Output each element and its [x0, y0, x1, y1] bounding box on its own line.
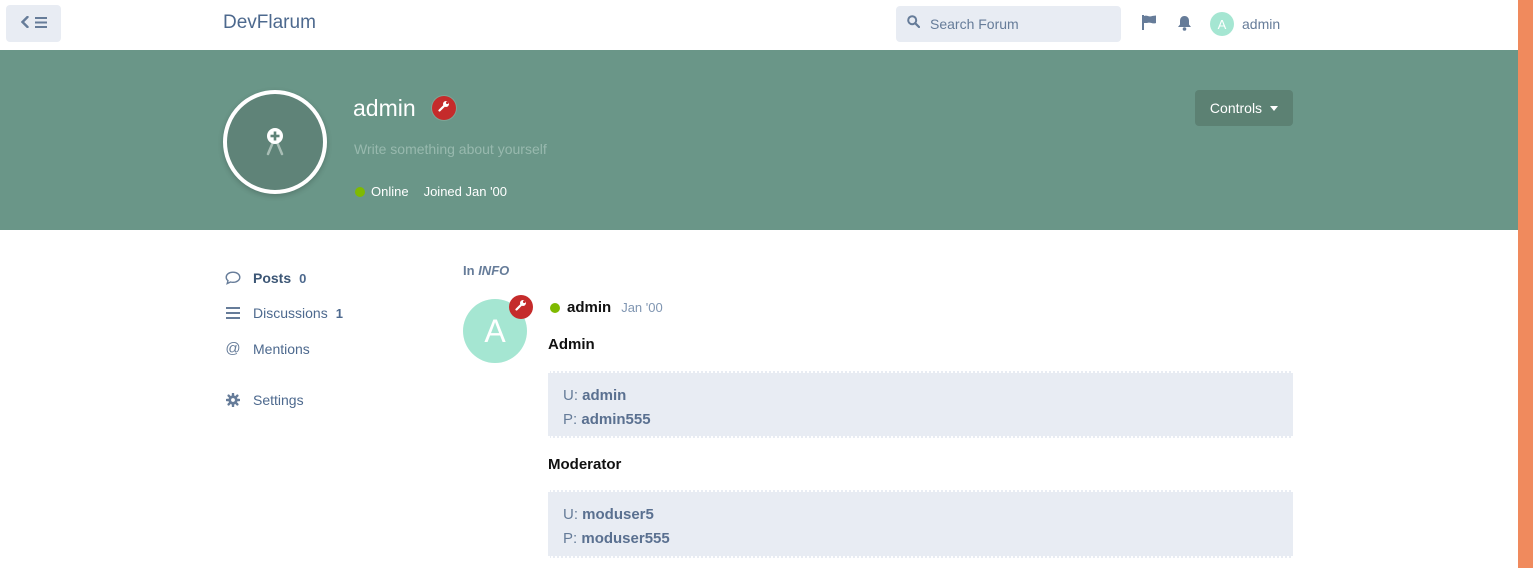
- menu-icon: [34, 15, 47, 33]
- nav-item-discussions[interactable]: Discussions 1: [223, 305, 343, 321]
- credential-username: admin: [582, 387, 627, 404]
- back-button[interactable]: [6, 5, 61, 42]
- bio-field[interactable]: Write something about yourself: [354, 141, 547, 157]
- comment-icon: [223, 271, 243, 285]
- caret-down-icon: [1270, 105, 1279, 111]
- in-prefix: In: [463, 263, 475, 278]
- profile-info: Online Joined Jan '00: [355, 184, 507, 199]
- page-edge-stripe: [1518, 0, 1533, 568]
- flag-icon[interactable]: [1142, 15, 1157, 35]
- user-hero: admin Write something about yourself Onl…: [0, 50, 1518, 230]
- author-online-indicator: [550, 302, 560, 313]
- gear-icon: [223, 393, 243, 407]
- joined-date: Joined Jan '00: [423, 184, 508, 199]
- top-header: DevFlarum A admin: [0, 0, 1518, 50]
- at-icon: @: [225, 340, 241, 357]
- controls-label: Controls: [1209, 100, 1263, 116]
- nav-settings-label: Settings: [253, 392, 304, 408]
- credential-pass-line: P: admin555: [563, 408, 1278, 432]
- nav-mentions-label: Mentions: [253, 340, 310, 357]
- credential-password: admin555: [581, 411, 651, 428]
- online-indicator: [355, 186, 365, 197]
- discussion-link[interactable]: In INFO: [463, 263, 509, 278]
- profile-avatar-upload[interactable]: [223, 90, 327, 194]
- post-heading-admin: Admin: [548, 336, 595, 353]
- list-icon: [223, 307, 243, 319]
- credentials-block-moderator: U: moduser5 P: moduser555: [548, 490, 1293, 558]
- discussion-tag: INFO: [478, 263, 510, 278]
- nav-posts-label: Posts: [253, 270, 292, 286]
- profile-username: admin: [353, 95, 416, 121]
- user-prefix: U:: [563, 506, 578, 523]
- post-heading-moderator: Moderator: [548, 456, 622, 473]
- nav-item-mentions[interactable]: @ Mentions: [223, 340, 310, 357]
- search-box[interactable]: [896, 6, 1121, 42]
- nav-item-settings[interactable]: Settings: [223, 392, 304, 408]
- pass-prefix: P:: [563, 530, 578, 547]
- bell-icon[interactable]: [1177, 15, 1192, 36]
- posts-count: 0: [299, 270, 307, 286]
- post-author-name[interactable]: admin: [567, 299, 611, 316]
- discussions-count: 1: [335, 305, 343, 321]
- post-admin-badge: [509, 295, 533, 319]
- wrench-icon: [515, 298, 527, 316]
- credential-username: moduser5: [582, 506, 654, 523]
- user-prefix: U:: [563, 387, 578, 404]
- session-user-dropdown[interactable]: A admin: [1210, 12, 1280, 36]
- credential-user-line: U: moduser5: [563, 503, 1278, 527]
- credentials-block-admin: U: admin P: admin555: [548, 371, 1293, 438]
- session-username: admin: [1242, 16, 1281, 32]
- nav-discussions-label: Discussions: [253, 305, 328, 321]
- controls-dropdown-button[interactable]: Controls: [1195, 90, 1293, 126]
- credential-user-line: U: admin: [563, 384, 1278, 408]
- credential-pass-line: P: moduser555: [563, 527, 1278, 551]
- online-status: Online: [371, 184, 409, 199]
- forum-title-link[interactable]: DevFlarum: [223, 12, 316, 34]
- post-header: admin Jan '00: [550, 299, 663, 316]
- post-date[interactable]: Jan '00: [621, 300, 663, 315]
- wrench-icon: [438, 99, 450, 117]
- credential-password: moduser555: [581, 530, 670, 547]
- avatar: A: [1210, 12, 1234, 36]
- pass-prefix: P:: [563, 411, 578, 428]
- search-input[interactable]: [930, 16, 1110, 32]
- chevron-left-icon: [20, 15, 29, 33]
- upload-avatar-icon: [258, 123, 292, 162]
- nav-item-posts[interactable]: Posts 0: [223, 270, 306, 286]
- search-icon: [907, 15, 921, 33]
- admin-badge: [432, 96, 456, 120]
